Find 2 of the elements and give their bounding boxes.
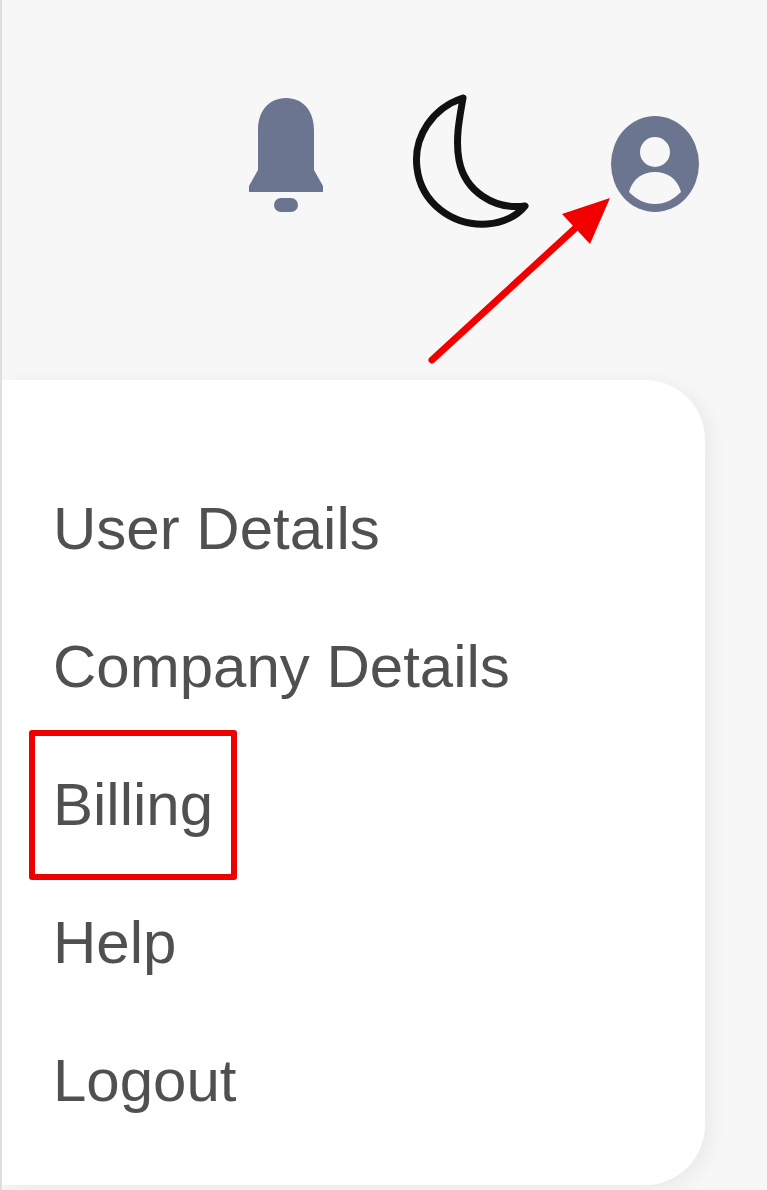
user-avatar-icon[interactable]: [609, 114, 701, 214]
menu-item[interactable]: Billing: [29, 730, 238, 880]
